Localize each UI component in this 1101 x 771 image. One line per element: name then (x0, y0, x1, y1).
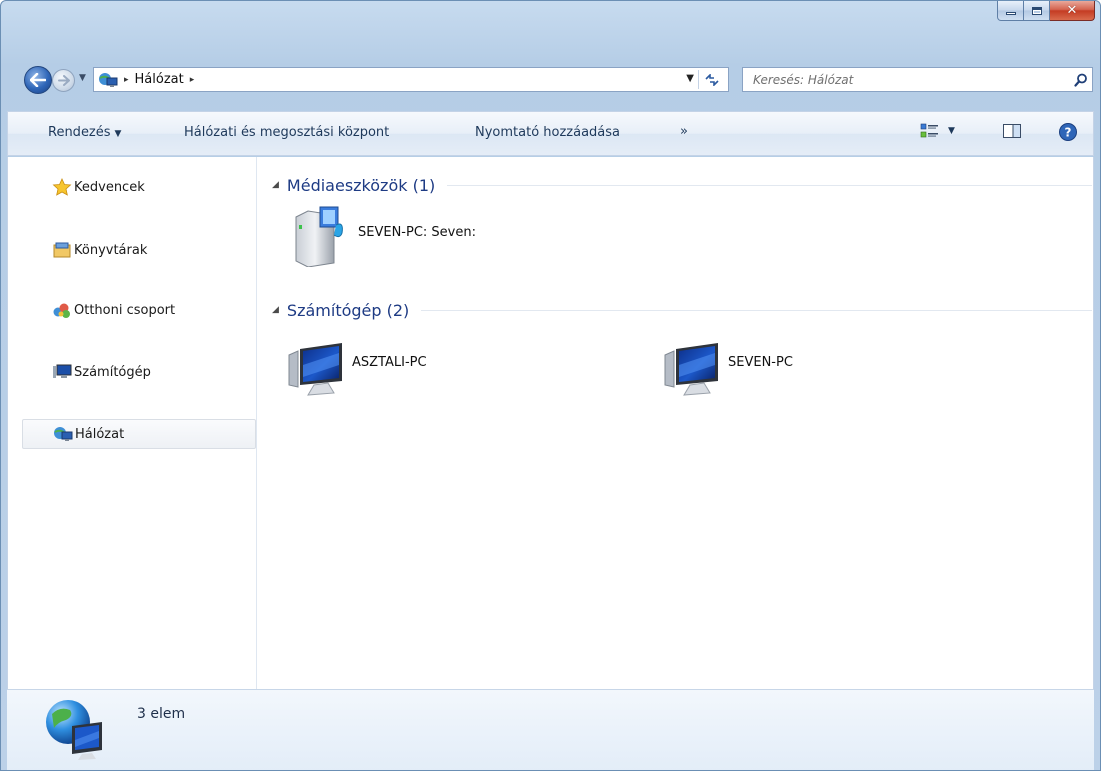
maximize-button[interactable] (1024, 1, 1050, 21)
navigation-pane: Kedvencek Könyvtárak Otthoni csoport Szá… (8, 157, 257, 689)
command-bar: Rendezés ▼ Hálózati és megosztási központ… (7, 111, 1094, 156)
details-pane: 3 elem (7, 689, 1094, 770)
view-icon (920, 123, 938, 138)
file-list: ◢ Médiaeszközök (1) SEVEN-PC: Seven: ◢ S… (258, 157, 1093, 689)
nav-item-label: Otthoni csoport (74, 302, 176, 318)
explorer-window: ✕ ▼ ▸ Hálózat ▸ ▼ Keresés: Hálózat Rende… (0, 0, 1101, 771)
add-printer-button[interactable]: Nyomtató hozzáadása (475, 125, 620, 140)
collapse-triangle-icon[interactable]: ◢ (272, 305, 279, 315)
list-item[interactable]: ASZTALI-PC (286, 335, 427, 397)
organize-label: Rendezés (48, 125, 111, 140)
caption-buttons: ✕ (997, 1, 1095, 22)
nav-item-computer[interactable]: Számítógép (22, 357, 256, 387)
homegroup-icon (53, 303, 70, 318)
search-box[interactable] (742, 67, 1093, 92)
minimize-button[interactable] (997, 1, 1024, 21)
help-icon: ? (1059, 123, 1077, 141)
item-label: SEVEN-PC: Seven: (358, 224, 476, 240)
search-icon (1074, 73, 1087, 87)
recent-pages-dropdown-icon[interactable]: ▼ (79, 73, 86, 83)
network-icon (99, 72, 118, 87)
content-area: Kedvencek Könyvtárak Otthoni csoport Szá… (7, 157, 1094, 689)
minimize-icon (1005, 12, 1016, 15)
nav-item-libraries[interactable]: Könyvtárak (22, 235, 256, 265)
media-device-icon (295, 206, 343, 267)
group-header-computers[interactable]: ◢ Számítógép (2) (272, 298, 1092, 322)
network-sharing-center-button[interactable]: Hálózati és megosztási központ (184, 125, 389, 140)
address-bar[interactable]: ▸ Hálózat ▸ ▼ (93, 67, 729, 92)
list-item[interactable]: SEVEN-PC (662, 335, 793, 397)
computer-icon (664, 343, 718, 396)
breadcrumb-network[interactable]: Hálózat (135, 72, 184, 87)
close-button[interactable]: ✕ (1050, 1, 1095, 21)
nav-item-label: Könyvtárak (74, 242, 148, 258)
forward-arrow-icon (57, 75, 70, 86)
view-options-button[interactable]: ▼ (920, 122, 955, 140)
organize-menu[interactable]: Rendezés ▼ (48, 125, 121, 140)
group-divider (447, 184, 1092, 186)
close-icon: ✕ (1066, 3, 1078, 18)
svg-text:?: ? (1065, 126, 1072, 140)
chevron-down-icon: ▼ (114, 129, 122, 139)
preview-pane-button[interactable] (1002, 122, 1022, 140)
breadcrumb-separator[interactable]: ▸ (124, 75, 129, 85)
network-icon (46, 700, 102, 760)
chevron-down-icon: ▼ (948, 126, 955, 136)
list-item[interactable]: SEVEN-PC: Seven: (292, 205, 476, 267)
search-button[interactable] (1070, 69, 1092, 91)
group-title: Médiaeszközök (1) (286, 175, 436, 195)
group-header-media-devices[interactable]: ◢ Médiaeszközök (1) (272, 173, 1092, 197)
nav-item-favorites[interactable]: Kedvencek (22, 172, 256, 202)
group-title: Számítógép (2) (286, 300, 410, 320)
computer-icon (288, 343, 342, 396)
item-count: 3 elem (137, 706, 186, 722)
collapse-triangle-icon[interactable]: ◢ (272, 180, 279, 190)
star-icon (52, 178, 72, 196)
back-arrow-icon (30, 73, 46, 87)
nav-item-label: Kedvencek (74, 179, 145, 195)
item-label: SEVEN-PC (728, 354, 793, 370)
network-icon (54, 427, 73, 441)
refresh-button[interactable] (698, 70, 724, 89)
navigation-bar: ▼ ▸ Hálózat ▸ ▼ (1, 63, 1100, 100)
library-icon (53, 242, 71, 258)
breadcrumb-separator[interactable]: ▸ (190, 75, 195, 85)
help-button[interactable]: ? (1058, 122, 1078, 142)
computer-icon (53, 364, 72, 378)
refresh-icon (704, 73, 719, 86)
search-input[interactable] (743, 72, 1070, 87)
forward-button[interactable] (52, 69, 75, 92)
back-button[interactable] (24, 66, 52, 94)
group-divider (421, 309, 1092, 311)
nav-item-label: Hálózat (75, 426, 125, 442)
nav-item-homegroup[interactable]: Otthoni csoport (22, 295, 256, 325)
item-label: ASZTALI-PC (352, 354, 427, 370)
nav-item-label: Számítógép (74, 364, 151, 380)
nav-item-network[interactable]: Hálózat (22, 419, 256, 449)
address-history-dropdown[interactable]: ▼ (686, 73, 694, 84)
maximize-icon (1031, 6, 1042, 15)
preview-pane-icon (1003, 124, 1021, 138)
more-commands-button[interactable]: » (680, 124, 688, 139)
